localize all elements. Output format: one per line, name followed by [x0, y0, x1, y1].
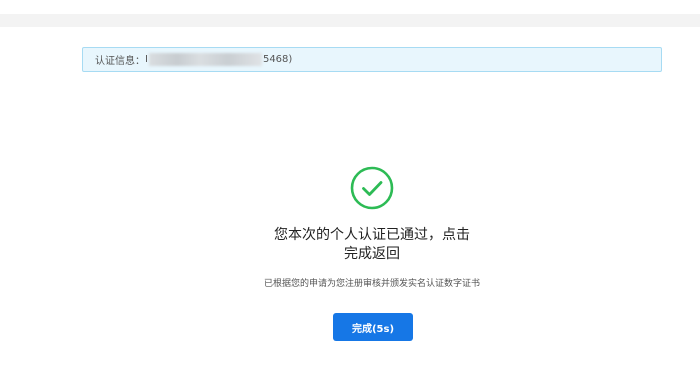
result-title-line1: 您本次的个人认证已通过，点击 — [274, 227, 470, 243]
check-circle-icon — [350, 166, 394, 210]
info-value: I 5468) — [145, 53, 292, 66]
top-band — [0, 14, 700, 27]
info-value-suffix: 5468) — [262, 54, 293, 65]
info-label: 认证信息： — [95, 56, 145, 67]
result-title: 您本次的个人认证已通过，点击 完成返回 — [250, 226, 494, 264]
result-description: 已根据您的申请为您注册审核并颁发实名认证数字证书 — [263, 279, 480, 289]
certification-info-bar: 认证信息： I 5468) — [82, 47, 662, 72]
finish-button[interactable]: 完成(5s) — [333, 313, 413, 341]
redacted-value — [148, 53, 262, 66]
info-value-prefix: I — [145, 54, 148, 65]
result-title-line2: 完成返回 — [344, 246, 400, 262]
